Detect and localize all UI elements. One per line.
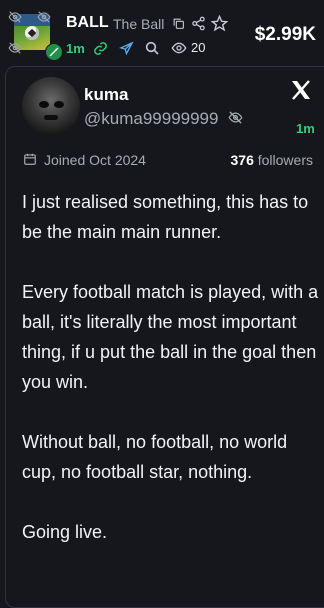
tweet-text: I just realised something, this has to b… bbox=[22, 192, 319, 542]
copy-icon[interactable] bbox=[172, 17, 185, 30]
eye-off-icon[interactable] bbox=[8, 41, 22, 55]
joined-date: Joined Oct 2024 bbox=[44, 152, 146, 168]
eye-off-icon[interactable] bbox=[8, 10, 22, 24]
eye-off-icon[interactable] bbox=[228, 110, 243, 125]
eye-icon bbox=[170, 40, 188, 56]
follower-number: 376 bbox=[230, 152, 254, 168]
token-header: BALL The Ball $2.99K 1m 20 bbox=[0, 0, 324, 64]
tweet-display-name[interactable]: kuma bbox=[84, 85, 128, 105]
eye-off-icon[interactable] bbox=[37, 10, 51, 24]
link-icon[interactable] bbox=[93, 41, 108, 56]
star-icon[interactable] bbox=[211, 15, 228, 32]
market-cap: $2.99K bbox=[254, 24, 316, 45]
tweet-age: 1m bbox=[296, 121, 315, 136]
token-ticker: BALL bbox=[66, 14, 109, 31]
pill-icon bbox=[45, 43, 63, 61]
calendar-icon bbox=[23, 152, 37, 166]
search-icon[interactable] bbox=[144, 40, 160, 56]
token-name: The Ball bbox=[113, 16, 165, 32]
tweet-handle[interactable]: @kuma99999999 bbox=[84, 109, 218, 129]
tweet-card[interactable]: kuma @kuma99999999 1m Joined Oct 2024 37… bbox=[5, 66, 324, 608]
avatar[interactable] bbox=[22, 77, 80, 135]
followers-label: followers bbox=[257, 152, 313, 168]
view-count: 20 bbox=[191, 40, 206, 55]
x-logo-icon[interactable] bbox=[289, 78, 313, 102]
telegram-icon[interactable] bbox=[119, 41, 134, 56]
token-age: 1m bbox=[66, 41, 85, 56]
follower-count: 376 followers bbox=[231, 152, 314, 168]
share-icon[interactable] bbox=[191, 16, 206, 31]
